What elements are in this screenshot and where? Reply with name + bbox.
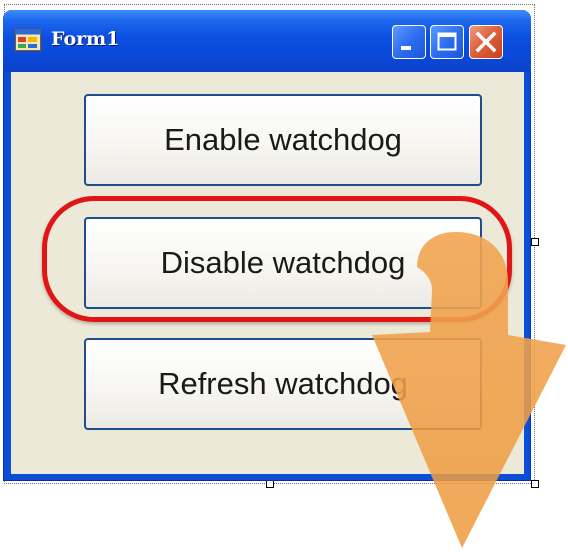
title-bar[interactable]: Form1 (3, 10, 531, 72)
form-window: Form1 Enable watchdog Disable watchdog R… (3, 10, 531, 481)
resize-grip-right[interactable] (531, 238, 539, 246)
maximize-button[interactable] (430, 25, 464, 59)
refresh-watchdog-button[interactable]: Refresh watchdog (84, 338, 482, 430)
close-icon (475, 31, 497, 53)
maximize-icon (437, 32, 457, 51)
close-button[interactable] (469, 25, 503, 59)
resize-grip-bottom[interactable] (266, 480, 274, 488)
enable-watchdog-button[interactable]: Enable watchdog (84, 94, 482, 186)
window-title: Form1 (51, 28, 120, 50)
form-client-area: Enable watchdog Disable watchdog Refresh… (11, 72, 524, 474)
screenshot-canvas: Form1 Enable watchdog Disable watchdog R… (0, 0, 568, 552)
disable-watchdog-button[interactable]: Disable watchdog (84, 217, 482, 309)
app-form-icon[interactable] (15, 29, 41, 51)
minimize-icon (401, 46, 411, 50)
minimize-button[interactable] (392, 25, 426, 59)
resize-grip-corner[interactable] (531, 480, 539, 488)
